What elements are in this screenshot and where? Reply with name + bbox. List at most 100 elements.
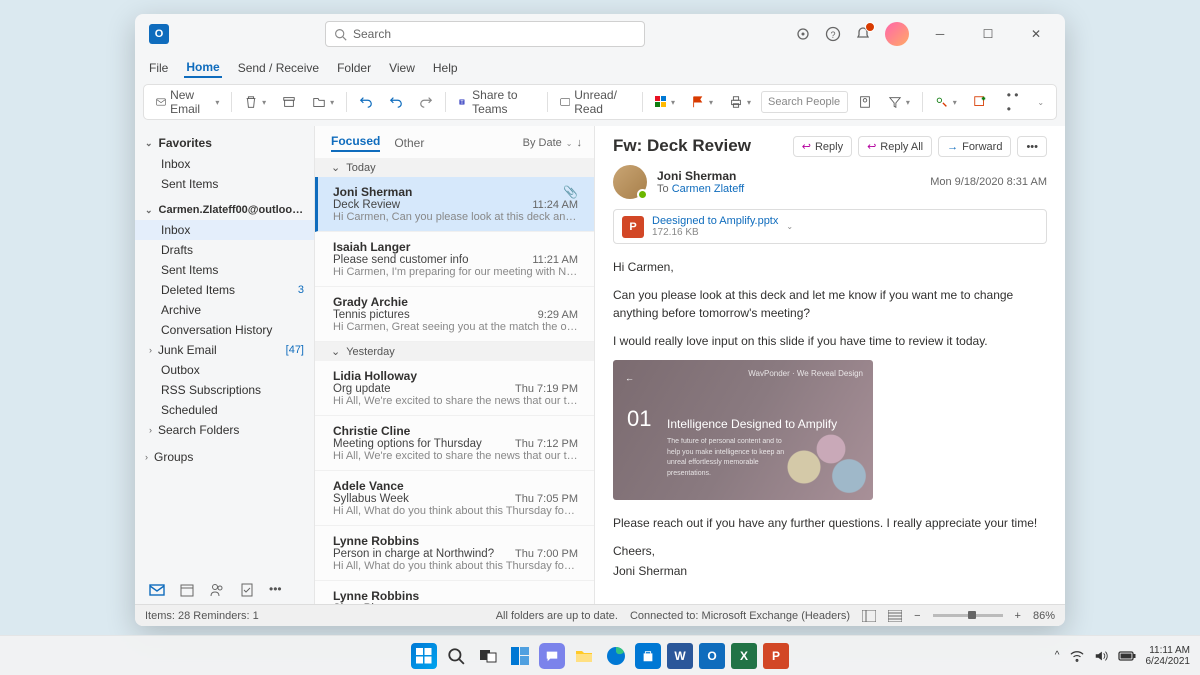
- folder-outbox[interactable]: Outbox: [135, 360, 314, 380]
- message-item[interactable]: Lynne RobbinsPerson in charge at Northwi…: [315, 526, 594, 581]
- folder-junk-email[interactable]: ›Junk Email[47]: [135, 340, 314, 360]
- settings-icon[interactable]: [795, 26, 811, 42]
- widgets-icon[interactable]: [507, 643, 533, 669]
- menu-folder[interactable]: Folder: [335, 59, 373, 77]
- undo-button[interactable]: [353, 92, 379, 112]
- outlook-taskbar-icon[interactable]: O: [699, 643, 725, 669]
- zoom-out-button[interactable]: −: [914, 610, 920, 622]
- fav-inbox[interactable]: Inbox: [135, 154, 314, 174]
- message-item[interactable]: Lynne RobbinsSharePint contentThu 6:59 P…: [315, 581, 594, 604]
- get-addins-button[interactable]: [967, 92, 993, 112]
- folder-drafts[interactable]: Drafts: [135, 240, 314, 260]
- folder-rss-subscriptions[interactable]: RSS Subscriptions: [135, 380, 314, 400]
- date-group-today[interactable]: ⌄Today: [315, 158, 594, 177]
- notifications-icon[interactable]: [855, 26, 871, 42]
- taskbar-search-icon[interactable]: [443, 643, 469, 669]
- message-item[interactable]: Grady ArchieTennis pictures9:29 AMHi Car…: [315, 287, 594, 342]
- share-to-teams-button[interactable]: TShare to Teams: [452, 85, 541, 119]
- slide-brand: WavPonder · We Reveal Design: [748, 368, 863, 380]
- archive-button[interactable]: [276, 92, 302, 112]
- message-item[interactable]: Lidia HollowayOrg updateThu 7:19 PMHi Al…: [315, 361, 594, 416]
- word-icon[interactable]: W: [667, 643, 693, 669]
- reply-all-button[interactable]: ↩Reply All: [858, 136, 932, 157]
- favorites-header[interactable]: ⌄Favorites: [135, 132, 314, 154]
- address-book-button[interactable]: [852, 92, 878, 112]
- message-item[interactable]: Adele VanceSyllabus WeekThu 7:05 PMHi Al…: [315, 471, 594, 526]
- menu-send-receive[interactable]: Send / Receive: [236, 59, 321, 77]
- categorize-button[interactable]: ▾: [649, 93, 681, 111]
- folder-scheduled[interactable]: Scheduled: [135, 400, 314, 420]
- help-icon[interactable]: ?: [825, 26, 841, 42]
- user-avatar[interactable]: [885, 22, 909, 46]
- battery-icon[interactable]: [1118, 650, 1136, 662]
- expand-ribbon-button[interactable]: ⌄: [1031, 95, 1050, 110]
- more-commands-button[interactable]: • • •: [1001, 85, 1028, 119]
- zoom-slider[interactable]: [933, 614, 1003, 617]
- move-button[interactable]: ▾: [306, 92, 340, 112]
- print-button[interactable]: ▾: [723, 92, 757, 112]
- tab-other[interactable]: Other: [394, 136, 424, 150]
- message-item[interactable]: Isaiah LangerPlease send customer info11…: [315, 232, 594, 287]
- more-actions-button[interactable]: •••: [1017, 136, 1047, 157]
- zoom-in-button[interactable]: +: [1015, 610, 1021, 622]
- new-email-button[interactable]: New Email▾: [150, 85, 225, 119]
- search-people-input[interactable]: Search People: [761, 91, 848, 113]
- attachment[interactable]: P Deesigned to Amplify.pptx 172.16 KB ⌄: [613, 209, 1047, 244]
- reply-button[interactable]: ↩Reply: [793, 136, 852, 157]
- task-view-icon[interactable]: [475, 643, 501, 669]
- folder-search-folders[interactable]: ›Search Folders: [135, 420, 314, 440]
- global-search[interactable]: Search: [325, 21, 645, 47]
- volume-icon[interactable]: [1094, 649, 1108, 663]
- edge-icon[interactable]: [603, 643, 629, 669]
- file-explorer-icon[interactable]: [571, 643, 597, 669]
- groups-header[interactable]: ›Groups: [135, 446, 314, 468]
- powerpoint-icon[interactable]: P: [763, 643, 789, 669]
- mail-module-icon[interactable]: [149, 582, 165, 598]
- tray-chevron-icon[interactable]: ^: [1055, 650, 1060, 661]
- filter-button[interactable]: ▾: [882, 92, 916, 112]
- fav-sent[interactable]: Sent Items: [135, 174, 314, 194]
- calendar-module-icon[interactable]: [179, 582, 195, 598]
- view-normal-icon[interactable]: [862, 610, 876, 622]
- view-reading-icon[interactable]: [888, 610, 902, 622]
- store-icon[interactable]: [635, 643, 661, 669]
- folder-archive[interactable]: Archive: [135, 300, 314, 320]
- chat-icon[interactable]: [539, 643, 565, 669]
- maximize-button[interactable]: ☐: [971, 21, 1005, 47]
- menu-view[interactable]: View: [387, 59, 417, 77]
- message-item[interactable]: Christie ClineMeeting options for Thursd…: [315, 416, 594, 471]
- folder-sent-items[interactable]: Sent Items: [135, 260, 314, 280]
- menu-home[interactable]: Home: [184, 58, 221, 78]
- folder-deleted-items[interactable]: Deleted Items3: [135, 280, 314, 300]
- minimize-button[interactable]: ─: [923, 21, 957, 47]
- start-button[interactable]: [411, 643, 437, 669]
- tab-focused[interactable]: Focused: [331, 134, 380, 152]
- todo-module-icon[interactable]: [239, 582, 255, 598]
- date-group-yesterday[interactable]: ⌄Yesterday: [315, 342, 594, 361]
- delete-button[interactable]: ▾: [238, 92, 272, 112]
- account-header[interactable]: ⌄Carmen.Zlateff00@outlook.com: [135, 200, 314, 220]
- slide-preview: WavPonder · We Reveal Design ← 01 Intell…: [613, 360, 873, 500]
- excel-icon[interactable]: X: [731, 643, 757, 669]
- menu-help[interactable]: Help: [431, 59, 460, 77]
- menu-file[interactable]: File: [147, 59, 170, 77]
- message-item[interactable]: Joni Sherman📎Deck Review11:24 AMHi Carme…: [315, 177, 594, 232]
- people-module-icon[interactable]: [209, 582, 225, 598]
- wifi-icon[interactable]: [1070, 649, 1084, 663]
- forward-button[interactable]: →Forward: [938, 136, 1011, 157]
- folder-conversation-history[interactable]: Conversation History: [135, 320, 314, 340]
- flag-button[interactable]: ▾: [685, 92, 719, 112]
- titlebar: O Search ? ─ ☐ ✕: [135, 14, 1065, 54]
- find-contact-button[interactable]: ▾: [929, 92, 963, 112]
- zoom-level[interactable]: 86%: [1033, 610, 1055, 622]
- close-button[interactable]: ✕: [1019, 21, 1053, 47]
- unread-read-button[interactable]: Unread/ Read: [554, 85, 636, 119]
- attachment-dropdown-icon[interactable]: ⌄: [786, 222, 793, 231]
- redo-button[interactable]: [413, 92, 439, 112]
- sender-avatar[interactable]: [613, 165, 647, 199]
- sort-button[interactable]: By Date ⌄ ↓: [523, 137, 582, 149]
- taskbar-clock[interactable]: 11:11 AM 6/24/2021: [1146, 645, 1191, 667]
- nav-more-icon[interactable]: •••: [269, 582, 282, 598]
- undo-button-2[interactable]: [383, 92, 409, 112]
- folder-inbox[interactable]: Inbox: [135, 220, 314, 240]
